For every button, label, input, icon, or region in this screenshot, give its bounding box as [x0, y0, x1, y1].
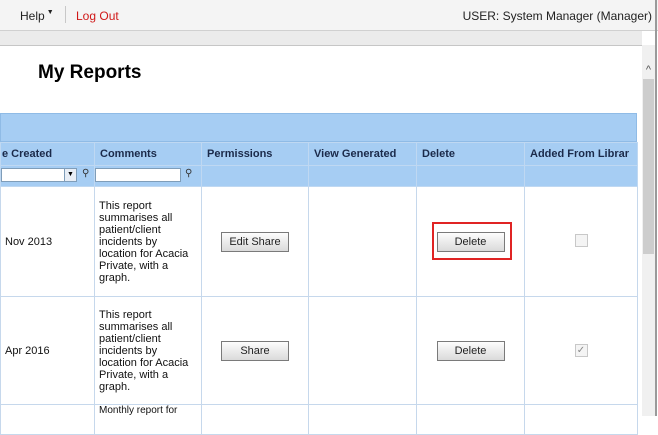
- share-button[interactable]: Share: [221, 340, 289, 361]
- filter-cell-date: ▼ ⚲: [0, 165, 95, 187]
- caret-down-icon: ▼: [46, 9, 54, 16]
- view-generated-cell: [308, 296, 417, 405]
- page-title: My Reports: [38, 62, 142, 83]
- added-from-library-checkbox[interactable]: [574, 233, 588, 247]
- date-created-cell: Apr 2016: [0, 296, 95, 405]
- column-header-view-generated[interactable]: View Generated: [308, 142, 417, 166]
- chevron-up-icon[interactable]: ^: [642, 62, 655, 78]
- column-header-added-from-library[interactable]: Added From Librar: [524, 142, 638, 166]
- column-header-date-created[interactable]: e Created: [0, 142, 95, 166]
- chevron-down-icon[interactable]: ▼: [64, 169, 76, 181]
- filter-cell-empty: [308, 165, 417, 187]
- date-created-cell: Nov 2013: [0, 186, 95, 297]
- date-created-cell: [0, 404, 95, 435]
- filter-cell-empty: [524, 165, 638, 187]
- view-generated-cell: [308, 404, 417, 435]
- divider: [65, 6, 66, 23]
- user-label: USER: System Manager (Manager): [462, 9, 652, 23]
- logout-link[interactable]: Log Out: [76, 9, 119, 23]
- table-row: Nov 2013 This report summarises all pati…: [0, 186, 638, 297]
- comment-cell: Monthly report for: [94, 404, 202, 435]
- help-menu[interactable]: Help ▼: [20, 9, 54, 23]
- column-header-comments[interactable]: Comments: [94, 142, 202, 166]
- scroll-thumb[interactable]: [643, 79, 654, 254]
- window-edge: [655, 0, 657, 416]
- comments-filter-input[interactable]: [95, 168, 181, 182]
- permissions-cell: [201, 404, 309, 435]
- delete-button-highlight: [432, 222, 512, 260]
- filter-icon[interactable]: ⚲: [185, 168, 192, 179]
- comment-cell: This report summarises all patient/clien…: [94, 186, 202, 297]
- view-generated-cell: [308, 186, 417, 297]
- delete-cell: Delete: [416, 296, 525, 405]
- help-label[interactable]: Help: [20, 9, 45, 23]
- column-header-permissions[interactable]: Permissions: [201, 142, 309, 166]
- added-from-library-cell: [524, 186, 638, 297]
- permissions-cell: Share: [201, 296, 309, 405]
- top-bar: Help ▼ Log Out USER: System Manager (Mana…: [0, 0, 658, 31]
- date-filter-select[interactable]: ▼: [1, 168, 77, 182]
- filter-icon[interactable]: ⚲: [82, 168, 89, 179]
- permissions-cell: Edit Share: [201, 186, 309, 297]
- delete-button[interactable]: Delete: [436, 340, 505, 361]
- filter-cell-empty: [201, 165, 309, 187]
- added-from-library-cell: ✓: [524, 296, 638, 405]
- vertical-scrollbar[interactable]: ^: [642, 45, 655, 416]
- column-header-delete[interactable]: Delete: [416, 142, 525, 166]
- edit-share-button[interactable]: Edit Share: [221, 231, 289, 252]
- filter-cell-empty: [416, 165, 525, 187]
- sub-bar: [0, 31, 642, 46]
- added-from-library-checkbox[interactable]: ✓: [574, 344, 588, 357]
- filter-cell-comments: ⚲: [94, 165, 202, 187]
- table-row: Apr 2016 This report summarises all pati…: [0, 296, 638, 405]
- comment-cell: This report summarises all patient/clien…: [94, 296, 202, 405]
- reports-table: e Created Comments Permissions View Gene…: [0, 142, 638, 435]
- delete-cell: [416, 404, 525, 435]
- table-row: Monthly report for: [0, 404, 638, 435]
- grid-toolbar: [0, 113, 637, 142]
- added-from-library-cell: [524, 404, 638, 435]
